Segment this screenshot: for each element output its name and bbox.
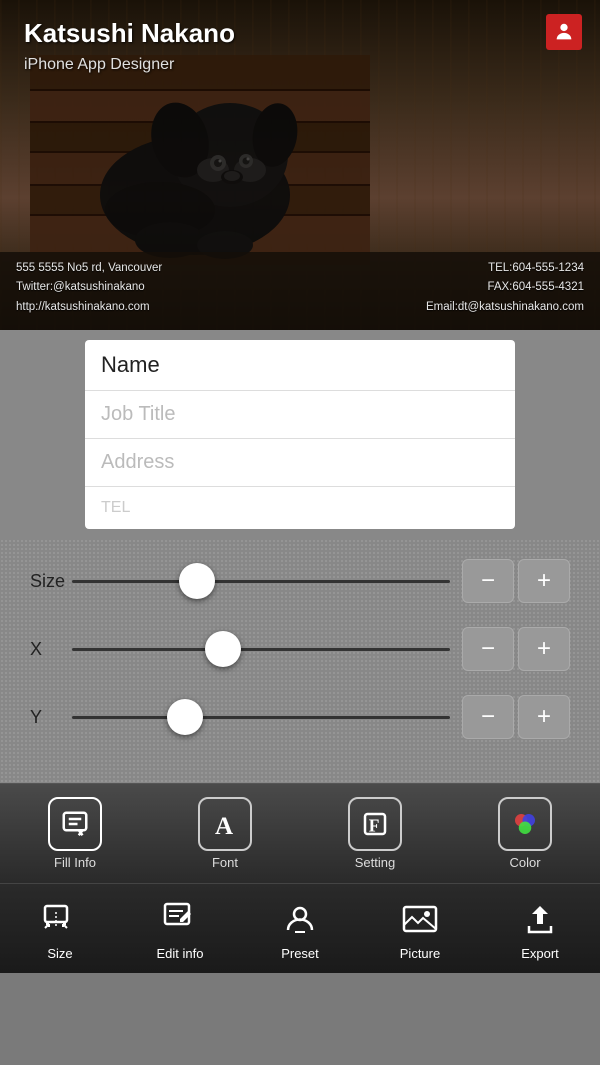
toolbar2-export[interactable]: Export: [495, 897, 585, 961]
export-tool-icon: [521, 900, 559, 938]
name-field-value: Name: [101, 352, 160, 377]
size-icon: [35, 897, 85, 941]
preset-icon: [275, 897, 325, 941]
card-contact-info: 555 5555 No5 rd, Vancouver Twitter:@kats…: [0, 252, 600, 330]
y-slider-label: Y: [30, 707, 72, 728]
preset-tool-icon: [281, 900, 319, 938]
y-track-bg: [72, 716, 450, 719]
size-slider-track[interactable]: [72, 561, 450, 601]
controls-area: Size − + X − + Y −: [0, 539, 600, 783]
color-icon: [510, 809, 540, 839]
toolbar-1: Fill Info A Font F Setting Color: [0, 783, 600, 883]
y-plus-button[interactable]: +: [518, 695, 570, 739]
address-field-placeholder: Address: [101, 451, 174, 473]
size-tab-label: Size: [47, 946, 72, 961]
x-slider-track[interactable]: [72, 629, 450, 669]
person-icon: [546, 14, 582, 50]
picture-icon: [395, 897, 445, 941]
svg-text:F: F: [369, 816, 380, 836]
setting-icon-box: F: [348, 797, 402, 851]
edit-info-tool-icon: [161, 900, 199, 938]
x-minus-button[interactable]: −: [462, 627, 514, 671]
toolbar2-preset[interactable]: Preset: [255, 897, 345, 961]
size-slider-buttons: − +: [462, 559, 570, 603]
y-minus-button[interactable]: −: [462, 695, 514, 739]
name-field-row[interactable]: Name: [85, 340, 515, 391]
picture-tool-icon: [401, 900, 439, 938]
x-slider-thumb[interactable]: [205, 631, 241, 667]
card-name: Katsushi Nakano: [24, 18, 235, 49]
size-plus-button[interactable]: +: [518, 559, 570, 603]
business-card-preview: Katsushi Nakano iPhone App Designer 555 …: [0, 0, 600, 330]
toolbar-color[interactable]: Color: [485, 797, 565, 870]
card-twitter: Twitter:@katsushinakano: [16, 279, 162, 296]
x-track-bg: [72, 648, 450, 651]
card-fax: FAX:604-555-4321: [426, 279, 584, 296]
tel-field-placeholder: TEL: [101, 499, 130, 516]
text-fields-box: Name Job Title Address TEL: [85, 340, 515, 529]
fill-info-icon-box: [48, 797, 102, 851]
x-plus-button[interactable]: +: [518, 627, 570, 671]
font-label: Font: [212, 855, 238, 870]
size-track-bg: [72, 580, 450, 583]
color-label: Color: [509, 855, 540, 870]
edit-info-icon: [155, 897, 205, 941]
size-slider-thumb[interactable]: [179, 563, 215, 599]
export-icon: [515, 897, 565, 941]
text-fields-panel: Name Job Title Address TEL: [0, 330, 600, 539]
y-slider-track[interactable]: [72, 697, 450, 737]
card-address: 555 5555 No5 rd, Vancouver: [16, 260, 162, 277]
toolbar2-edit-info[interactable]: Edit info: [135, 897, 225, 961]
preset-tab-label: Preset: [281, 946, 319, 961]
address-field-row[interactable]: Address: [85, 439, 515, 487]
size-slider-label: Size: [30, 571, 72, 592]
x-slider-label: X: [30, 639, 72, 660]
x-slider-buttons: − +: [462, 627, 570, 671]
fill-info-icon: [60, 809, 90, 839]
y-slider-row: Y − +: [30, 695, 570, 739]
size-minus-button[interactable]: −: [462, 559, 514, 603]
picture-tab-label: Picture: [400, 946, 440, 961]
dog-image: [30, 55, 370, 265]
card-job-title: iPhone App Designer: [24, 56, 174, 74]
font-icon: A: [210, 809, 240, 839]
toolbar-fill-info[interactable]: Fill Info: [35, 797, 115, 870]
color-icon-box: [498, 797, 552, 851]
toolbar-font[interactable]: A Font: [185, 797, 265, 870]
edit-info-tab-label: Edit info: [157, 946, 204, 961]
card-tel: TEL:604-555-1234: [426, 260, 584, 277]
card-email: Email:dt@katsushinakano.com: [426, 299, 584, 316]
card-website: http://katsushinakano.com: [16, 299, 162, 316]
toolbar-setting[interactable]: F Setting: [335, 797, 415, 870]
y-slider-thumb[interactable]: [167, 699, 203, 735]
job-title-field-placeholder: Job Title: [101, 403, 175, 425]
card-left-info: 555 5555 No5 rd, Vancouver Twitter:@kats…: [16, 260, 162, 316]
toolbar-2: Size Edit info Preset: [0, 883, 600, 973]
size-slider-row: Size − +: [30, 559, 570, 603]
export-tab-label: Export: [521, 946, 559, 961]
fill-info-label: Fill Info: [54, 855, 96, 870]
setting-icon: F: [360, 809, 390, 839]
tel-field-row[interactable]: TEL: [85, 487, 515, 529]
y-slider-buttons: − +: [462, 695, 570, 739]
job-title-field-row[interactable]: Job Title: [85, 391, 515, 439]
toolbar2-picture[interactable]: Picture: [375, 897, 465, 961]
card-right-info: TEL:604-555-1234 FAX:604-555-4321 Email:…: [426, 260, 584, 316]
svg-text:A: A: [215, 813, 233, 839]
size-tool-icon: [41, 900, 79, 938]
toolbar2-size[interactable]: Size: [15, 897, 105, 961]
font-icon-box: A: [198, 797, 252, 851]
x-slider-row: X − +: [30, 627, 570, 671]
setting-label: Setting: [355, 855, 395, 870]
